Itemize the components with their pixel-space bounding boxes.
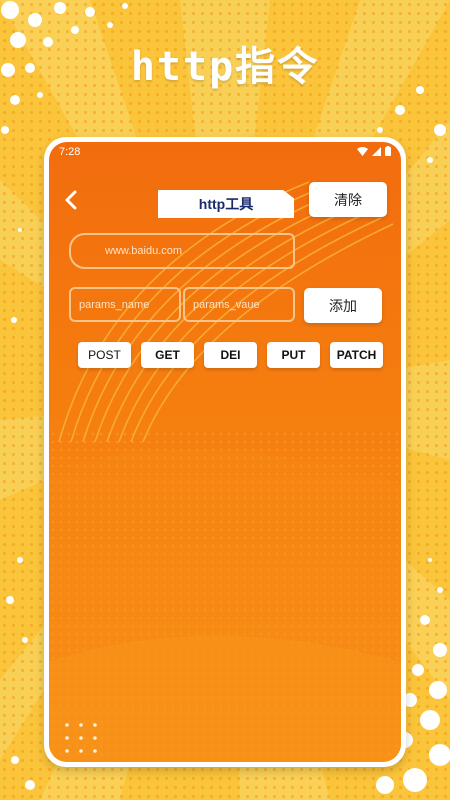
status-time: 7:28 <box>59 146 81 158</box>
method-get-button[interactable]: GET <box>141 342 194 368</box>
page-title: http工具 <box>158 190 294 218</box>
method-post-button[interactable]: POST <box>78 342 131 368</box>
wifi-icon <box>357 146 368 156</box>
status-bar: 7:28 <box>49 142 401 164</box>
url-input[interactable]: www.baidu.com <box>69 233 295 269</box>
clear-button[interactable]: 清除 <box>309 182 387 217</box>
chevron-left-icon <box>65 190 77 210</box>
param-value-input[interactable]: params_vaue <box>183 287 295 322</box>
promo-title: http指令 <box>130 44 320 90</box>
param-name-input[interactable]: params_name <box>69 287 181 322</box>
method-dei-button[interactable]: DEI <box>204 342 257 368</box>
back-button[interactable] <box>64 190 84 212</box>
add-button[interactable]: 添加 <box>304 288 382 323</box>
method-put-button[interactable]: PUT <box>267 342 320 368</box>
battery-icon <box>385 146 391 156</box>
app-screen: 7:28 http工具 清除 www.baidu.com params_name… <box>49 142 401 762</box>
status-icons <box>357 146 391 156</box>
method-patch-button[interactable]: PATCH <box>330 342 383 368</box>
phone-frame: 7:28 http工具 清除 www.baidu.com params_name… <box>44 137 406 767</box>
signal-icon <box>372 146 381 156</box>
method-buttons: POST GET DEI PUT PATCH <box>78 342 383 368</box>
